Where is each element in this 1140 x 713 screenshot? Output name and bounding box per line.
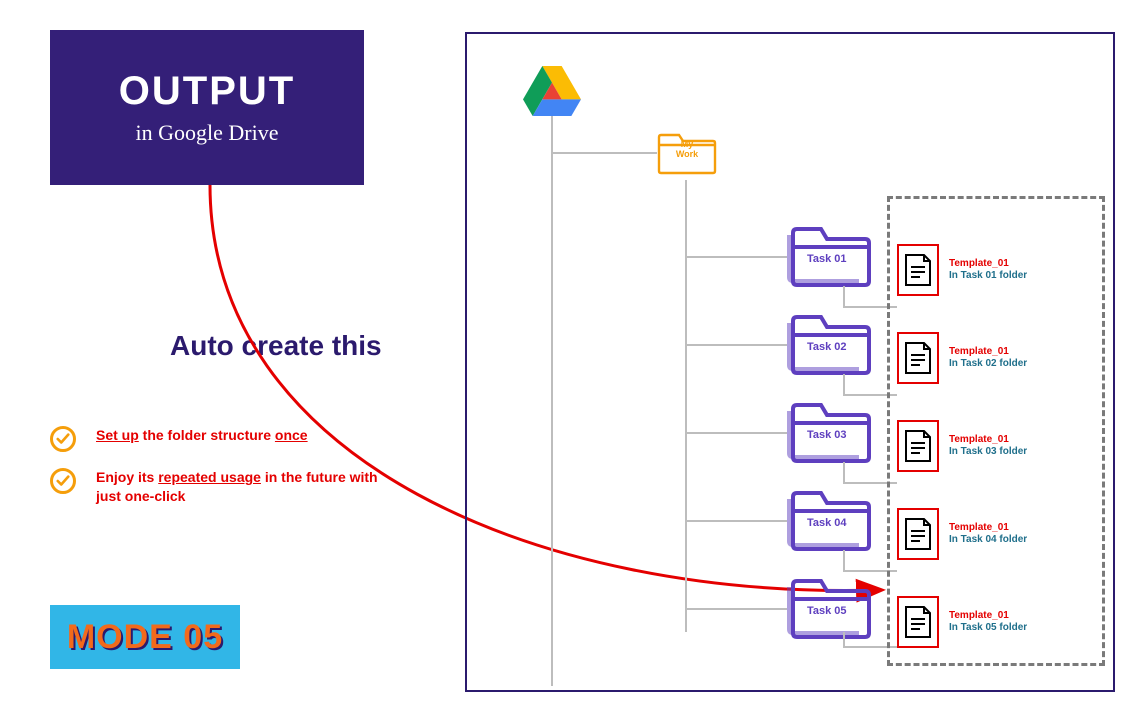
check-icon: [50, 426, 76, 452]
template-item: Template_01 In Task 03 folder: [897, 410, 1027, 482]
checklist-item: Set up the folder structure once: [50, 426, 400, 452]
document-icon: [897, 332, 939, 384]
google-drive-icon: [523, 66, 581, 121]
folder-task: Task 04: [787, 483, 875, 555]
folder-task-label: Task 05: [807, 605, 847, 617]
template-labels: Template_01 In Task 03 folder: [949, 434, 1027, 459]
template-item: Template_01 In Task 05 folder: [897, 586, 1027, 658]
mode-badge: MODE 05: [50, 605, 240, 669]
template-labels: Template_01 In Task 05 folder: [949, 610, 1027, 635]
template-name: Template_01: [949, 434, 1027, 447]
task-folder-column: Task 01 Task 02 Task 03 Task: [787, 219, 875, 659]
checklist-text: Set up the folder structure once: [96, 426, 308, 445]
mode-badge-label: MODE 05: [67, 618, 223, 657]
template-location: In Task 02 folder: [949, 358, 1027, 371]
template-labels: Template_01 In Task 02 folder: [949, 346, 1027, 371]
folder-mywork-label: MyWork: [676, 140, 698, 160]
folder-task-label: Task 01: [807, 253, 847, 265]
output-header-box: OUTPUT in Google Drive: [50, 30, 364, 185]
folder-task-label: Task 03: [807, 429, 847, 441]
document-icon: [897, 596, 939, 648]
output-subtitle: in Google Drive: [136, 120, 279, 146]
folder-task: Task 02: [787, 307, 875, 379]
template-item: Template_01 In Task 02 folder: [897, 322, 1027, 394]
template-location: In Task 04 folder: [949, 534, 1027, 547]
checklist: Set up the folder structure once Enjoy i…: [50, 426, 400, 522]
folder-task: Task 05: [787, 571, 875, 643]
diagram-frame: MyWork Task 01 Task 02: [465, 32, 1115, 692]
checklist-item: Enjoy its repeated usage in the future w…: [50, 468, 400, 506]
template-labels: Template_01 In Task 01 folder: [949, 258, 1027, 283]
template-name: Template_01: [949, 258, 1027, 271]
tagline: Auto create this: [170, 330, 382, 362]
template-location: In Task 05 folder: [949, 622, 1027, 635]
folder-task-label: Task 04: [807, 517, 847, 529]
folder-task: Task 01: [787, 219, 875, 291]
template-item: Template_01 In Task 04 folder: [897, 498, 1027, 570]
checklist-text: Enjoy its repeated usage in the future w…: [96, 468, 400, 506]
template-labels: Template_01 In Task 04 folder: [949, 522, 1027, 547]
template-location: In Task 01 folder: [949, 270, 1027, 283]
folder-mywork: MyWork: [657, 126, 717, 180]
template-name: Template_01: [949, 610, 1027, 623]
template-name: Template_01: [949, 346, 1027, 359]
output-title: OUTPUT: [119, 69, 295, 114]
template-column: Template_01 In Task 01 folder Template_0…: [897, 234, 1027, 674]
template-name: Template_01: [949, 522, 1027, 535]
folder-task-label: Task 02: [807, 341, 847, 353]
template-location: In Task 03 folder: [949, 446, 1027, 459]
check-icon: [50, 468, 76, 494]
document-icon: [897, 244, 939, 296]
folder-task: Task 03: [787, 395, 875, 467]
document-icon: [897, 508, 939, 560]
document-icon: [897, 420, 939, 472]
template-item: Template_01 In Task 01 folder: [897, 234, 1027, 306]
